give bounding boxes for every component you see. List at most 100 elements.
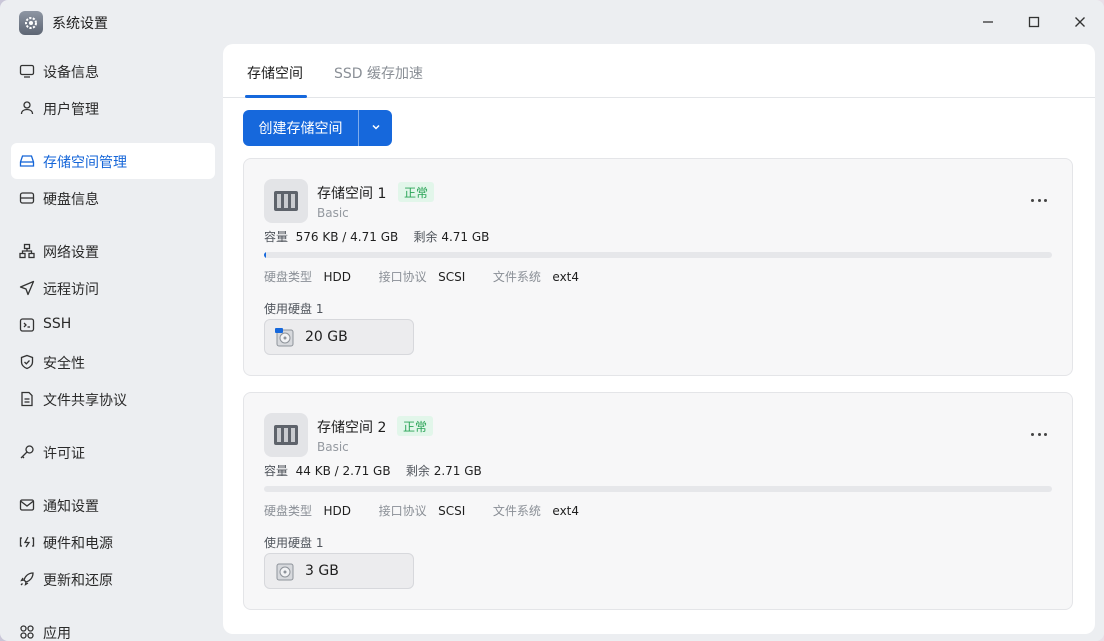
settings-gear-icon (19, 11, 43, 35)
create-storage-button-group: 创建存储空间 (243, 110, 392, 146)
sidebar-item-label: 存储空间管理 (43, 155, 127, 171)
meta-row: 硬盘类型 HDD 接口协议 SCSI 文件系统 ext4 (264, 268, 579, 285)
sidebar-item-hardware-power[interactable]: 硬件和电源 (11, 524, 215, 560)
disk-type-value: HDD (323, 504, 351, 518)
sidebar-item-label: 通知设置 (43, 499, 99, 515)
pool-type: Basic (317, 440, 349, 454)
disk-size: 20 GB (305, 329, 348, 345)
send-icon (19, 280, 35, 296)
mail-icon (19, 497, 35, 513)
minimize-button[interactable] (978, 12, 998, 32)
server-icon (264, 179, 308, 223)
file-icon (19, 391, 35, 407)
sidebar-item-label: 许可证 (43, 446, 85, 462)
sidebar-item-license[interactable]: 许可证 (11, 434, 215, 470)
used-value: 44 KB (295, 464, 331, 478)
more-options-icon[interactable] (1031, 199, 1047, 205)
sidebar-item-label: 文件共享协议 (43, 393, 127, 409)
terminal-icon (19, 317, 35, 333)
interface-label: 接口协议 (378, 504, 427, 518)
more-options-icon[interactable] (1031, 433, 1047, 439)
hard-drive-icon (275, 328, 295, 348)
tab-bar: 存储空间 SSD 缓存加速 (223, 44, 1095, 98)
power-icon (19, 534, 35, 550)
create-storage-dropdown[interactable] (359, 110, 392, 146)
sidebar-item-users[interactable]: 用户管理 (11, 90, 215, 126)
capacity-label: 容量 (264, 464, 289, 478)
tab-ssd-cache[interactable]: SSD 缓存加速 (334, 63, 423, 83)
key-icon (19, 444, 35, 460)
pool-name: 存储空间 2 (317, 420, 387, 436)
interface-label: 接口协议 (378, 270, 427, 284)
usage-progress-bar (264, 486, 1052, 492)
status-badge: 正常 (398, 182, 435, 202)
usage-progress-bar (264, 252, 1052, 258)
used-value: 576 KB (295, 230, 339, 244)
rocket-icon (19, 571, 35, 587)
sidebar-item-disk-info[interactable]: 硬盘信息 (11, 180, 215, 216)
sidebar-item-label: 硬件和电源 (43, 536, 113, 552)
meta-row: 硬盘类型 HDD 接口协议 SCSI 文件系统 ext4 (264, 502, 579, 519)
capacity-label: 容量 (264, 230, 289, 244)
active-tab-indicator (245, 95, 307, 98)
sidebar-item-update-restore[interactable]: 更新和还原 (11, 561, 215, 597)
capacity-row: 容量 44 KB / 2.71 GB 剩余 2.71 GB (264, 464, 482, 478)
hard-drive-icon (275, 562, 295, 582)
sidebar-item-device-info[interactable]: 设备信息 (11, 53, 215, 89)
tab-storage[interactable]: 存储空间 (247, 63, 303, 83)
total-value: 4.71 GB (350, 230, 399, 244)
disk-size: 3 GB (305, 563, 339, 579)
storage-pool-card: 存储空间 2 正常 Basic 容量 44 KB / 2.71 GB 剩余 2.… (243, 392, 1073, 610)
filesystem-value: ext4 (552, 504, 580, 518)
filesystem-label: 文件系统 (492, 504, 541, 518)
sidebar-item-label: 更新和还原 (43, 573, 113, 589)
main-panel: 存储空间 SSD 缓存加速 创建存储空间 存储空间 1 正常 Basic 容量 … (223, 44, 1095, 634)
network-icon (19, 243, 35, 259)
maximize-button[interactable] (1024, 12, 1044, 32)
disk-icon (19, 190, 35, 206)
used-disks-label: 使用硬盘 1 (264, 536, 324, 550)
info-icon (19, 63, 35, 79)
total-value: 2.71 GB (342, 464, 391, 478)
filesystem-label: 文件系统 (492, 270, 541, 284)
disk-type-label: 硬盘类型 (264, 504, 313, 518)
sidebar-item-label: 设备信息 (43, 65, 99, 81)
create-storage-button[interactable]: 创建存储空间 (243, 110, 359, 146)
sidebar-item-label: 用户管理 (43, 102, 99, 118)
pool-type: Basic (317, 206, 349, 220)
interface-value: SCSI (438, 270, 466, 284)
shield-icon (19, 354, 35, 370)
sidebar-item-label: SSH (43, 316, 72, 332)
sidebar-item-storage[interactable]: 存储空间管理 (11, 143, 215, 179)
sidebar-item-security[interactable]: 安全性 (11, 344, 215, 380)
title-bar: 系统设置 (0, 0, 1104, 44)
interface-value: SCSI (438, 504, 466, 518)
sidebar-item-apps[interactable]: 应用 (11, 614, 215, 641)
remaining-value: 2.71 GB (433, 464, 482, 478)
remaining-label: 剩余 (413, 230, 438, 244)
remaining-label: 剩余 (405, 464, 430, 478)
sidebar-item-notifications[interactable]: 通知设置 (11, 487, 215, 523)
sidebar-item-file-sharing[interactable]: 文件共享协议 (11, 381, 215, 417)
capacity-row: 容量 576 KB / 4.71 GB 剩余 4.71 GB (264, 230, 490, 244)
close-button[interactable] (1070, 12, 1090, 32)
disk-chip[interactable]: 3 GB (264, 553, 414, 589)
sidebar-item-label: 安全性 (43, 356, 85, 372)
server-icon (264, 413, 308, 457)
sidebar-item-remote-access[interactable]: 远程访问 (11, 270, 215, 306)
chevron-down-icon (371, 120, 381, 136)
remaining-value: 4.71 GB (441, 230, 490, 244)
settings-window: 系统设置 设备信息 用户管理 存储空间管理 硬盘信息 网络设置 远程访问 SSH… (0, 0, 1104, 641)
user-icon (19, 100, 35, 116)
storage-pool-card: 存储空间 1 正常 Basic 容量 576 KB / 4.71 GB 剩余 4… (243, 158, 1073, 376)
sidebar-item-label: 应用 (43, 626, 71, 641)
sidebar-item-label: 硬盘信息 (43, 192, 99, 208)
sidebar: 设备信息 用户管理 存储空间管理 硬盘信息 网络设置 远程访问 SSH 安全性 (0, 44, 223, 641)
filesystem-value: ext4 (552, 270, 580, 284)
sidebar-item-ssh[interactable]: SSH (11, 307, 215, 343)
sidebar-item-network[interactable]: 网络设置 (11, 233, 215, 269)
used-disks-label: 使用硬盘 1 (264, 302, 324, 316)
window-title: 系统设置 (52, 16, 108, 32)
apps-icon (19, 624, 35, 640)
disk-chip[interactable]: 20 GB (264, 319, 414, 355)
